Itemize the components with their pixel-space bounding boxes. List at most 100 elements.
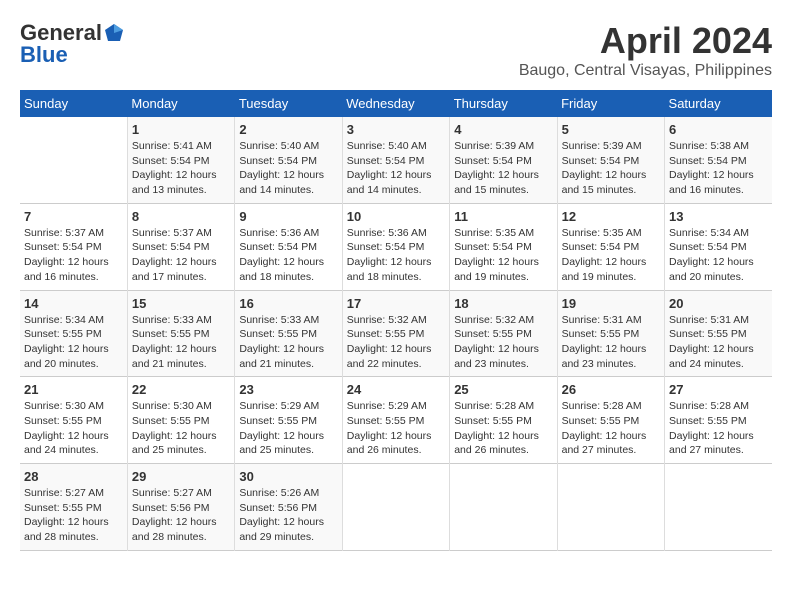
day-number: 1 [132,122,230,137]
header: General Blue April 2024 Baugo, Central V… [20,20,772,80]
calendar-cell: 22 Sunrise: 5:30 AM Sunset: 5:55 PM Dayl… [127,377,234,464]
sunrise: Sunrise: 5:33 AM [132,314,212,326]
day-detail: Sunrise: 5:33 AM Sunset: 5:55 PM Dayligh… [132,313,230,372]
calendar-cell [342,464,449,551]
sunrise: Sunrise: 5:31 AM [669,314,749,326]
day-detail: Sunrise: 5:28 AM Sunset: 5:55 PM Dayligh… [562,399,660,458]
sunset: Sunset: 5:55 PM [669,415,747,427]
calendar-cell [665,464,772,551]
daylight: Daylight: 12 hours and 25 minutes. [132,430,217,457]
day-number: 27 [669,382,768,397]
day-number: 21 [24,382,123,397]
daylight: Daylight: 12 hours and 23 minutes. [454,343,539,370]
daylight: Daylight: 12 hours and 28 minutes. [132,516,217,543]
day-detail: Sunrise: 5:27 AM Sunset: 5:55 PM Dayligh… [24,486,123,545]
daylight: Daylight: 12 hours and 27 minutes. [562,430,647,457]
sunrise: Sunrise: 5:32 AM [454,314,534,326]
daylight: Daylight: 12 hours and 13 minutes. [132,169,217,196]
sunset: Sunset: 5:55 PM [562,328,640,340]
sunrise: Sunrise: 5:41 AM [132,140,212,152]
calendar-cell: 18 Sunrise: 5:32 AM Sunset: 5:55 PM Dayl… [450,290,557,377]
sunrise: Sunrise: 5:36 AM [239,227,319,239]
daylight: Daylight: 12 hours and 18 minutes. [239,256,324,283]
day-header-monday: Monday [127,90,234,117]
day-number: 11 [454,209,552,224]
day-number: 3 [347,122,445,137]
sunrise: Sunrise: 5:36 AM [347,227,427,239]
day-number: 15 [132,296,230,311]
daylight: Daylight: 12 hours and 19 minutes. [562,256,647,283]
calendar-cell: 14 Sunrise: 5:34 AM Sunset: 5:55 PM Dayl… [20,290,127,377]
calendar-cell: 8 Sunrise: 5:37 AM Sunset: 5:54 PM Dayli… [127,203,234,290]
day-detail: Sunrise: 5:32 AM Sunset: 5:55 PM Dayligh… [347,313,445,372]
calendar-cell: 15 Sunrise: 5:33 AM Sunset: 5:55 PM Dayl… [127,290,234,377]
calendar-cell [450,464,557,551]
daylight: Daylight: 12 hours and 14 minutes. [347,169,432,196]
sunset: Sunset: 5:54 PM [454,241,532,253]
calendar-cell: 17 Sunrise: 5:32 AM Sunset: 5:55 PM Dayl… [342,290,449,377]
daylight: Daylight: 12 hours and 21 minutes. [132,343,217,370]
day-detail: Sunrise: 5:35 AM Sunset: 5:54 PM Dayligh… [454,226,552,285]
logo: General Blue [20,20,126,68]
day-header-wednesday: Wednesday [342,90,449,117]
calendar-week-1: 1 Sunrise: 5:41 AM Sunset: 5:54 PM Dayli… [20,117,772,203]
day-detail: Sunrise: 5:29 AM Sunset: 5:55 PM Dayligh… [239,399,337,458]
sunset: Sunset: 5:55 PM [347,415,425,427]
calendar-cell: 23 Sunrise: 5:29 AM Sunset: 5:55 PM Dayl… [235,377,342,464]
daylight: Daylight: 12 hours and 17 minutes. [132,256,217,283]
day-detail: Sunrise: 5:32 AM Sunset: 5:55 PM Dayligh… [454,313,552,372]
sunrise: Sunrise: 5:40 AM [239,140,319,152]
day-header-sunday: Sunday [20,90,127,117]
sunset: Sunset: 5:54 PM [562,155,640,167]
sunrise: Sunrise: 5:27 AM [24,487,104,499]
daylight: Daylight: 12 hours and 21 minutes. [239,343,324,370]
sunset: Sunset: 5:55 PM [24,415,102,427]
calendar-cell: 20 Sunrise: 5:31 AM Sunset: 5:55 PM Dayl… [665,290,772,377]
day-detail: Sunrise: 5:41 AM Sunset: 5:54 PM Dayligh… [132,139,230,198]
day-number: 28 [24,469,123,484]
daylight: Daylight: 12 hours and 24 minutes. [24,430,109,457]
sunset: Sunset: 5:55 PM [347,328,425,340]
day-header-thursday: Thursday [450,90,557,117]
day-number: 10 [347,209,445,224]
day-number: 2 [239,122,337,137]
day-number: 13 [669,209,768,224]
day-number: 25 [454,382,552,397]
day-number: 24 [347,382,445,397]
sunrise: Sunrise: 5:39 AM [454,140,534,152]
day-detail: Sunrise: 5:39 AM Sunset: 5:54 PM Dayligh… [454,139,552,198]
calendar-cell: 6 Sunrise: 5:38 AM Sunset: 5:54 PM Dayli… [665,117,772,203]
day-detail: Sunrise: 5:38 AM Sunset: 5:54 PM Dayligh… [669,139,768,198]
logo-blue: Blue [20,42,68,68]
sunrise: Sunrise: 5:34 AM [24,314,104,326]
daylight: Daylight: 12 hours and 23 minutes. [562,343,647,370]
sunrise: Sunrise: 5:35 AM [562,227,642,239]
sunset: Sunset: 5:55 PM [132,328,210,340]
calendar-cell: 3 Sunrise: 5:40 AM Sunset: 5:54 PM Dayli… [342,117,449,203]
calendar-week-3: 14 Sunrise: 5:34 AM Sunset: 5:55 PM Dayl… [20,290,772,377]
calendar-week-4: 21 Sunrise: 5:30 AM Sunset: 5:55 PM Dayl… [20,377,772,464]
location-title: Baugo, Central Visayas, Philippines [519,62,772,80]
daylight: Daylight: 12 hours and 16 minutes. [24,256,109,283]
day-detail: Sunrise: 5:39 AM Sunset: 5:54 PM Dayligh… [562,139,660,198]
calendar-cell: 7 Sunrise: 5:37 AM Sunset: 5:54 PM Dayli… [20,203,127,290]
day-number: 26 [562,382,660,397]
sunrise: Sunrise: 5:30 AM [132,400,212,412]
day-detail: Sunrise: 5:27 AM Sunset: 5:56 PM Dayligh… [132,486,230,545]
daylight: Daylight: 12 hours and 15 minutes. [454,169,539,196]
logo-icon [103,22,125,44]
calendar-cell: 10 Sunrise: 5:36 AM Sunset: 5:54 PM Dayl… [342,203,449,290]
sunrise: Sunrise: 5:29 AM [347,400,427,412]
day-number: 8 [132,209,230,224]
day-detail: Sunrise: 5:37 AM Sunset: 5:54 PM Dayligh… [132,226,230,285]
sunrise: Sunrise: 5:27 AM [132,487,212,499]
calendar-cell: 28 Sunrise: 5:27 AM Sunset: 5:55 PM Dayl… [20,464,127,551]
day-number: 19 [562,296,660,311]
days-header-row: SundayMondayTuesdayWednesdayThursdayFrid… [20,90,772,117]
day-header-friday: Friday [557,90,664,117]
sunset: Sunset: 5:54 PM [132,155,210,167]
sunrise: Sunrise: 5:33 AM [239,314,319,326]
day-number: 18 [454,296,552,311]
calendar-cell: 2 Sunrise: 5:40 AM Sunset: 5:54 PM Dayli… [235,117,342,203]
calendar-cell: 30 Sunrise: 5:26 AM Sunset: 5:56 PM Dayl… [235,464,342,551]
